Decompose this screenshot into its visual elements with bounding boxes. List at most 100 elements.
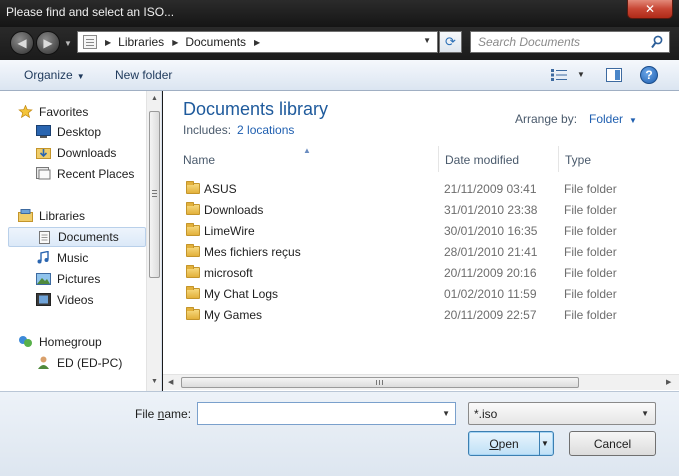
music-icon [37,251,49,264]
preview-pane-icon[interactable] [606,68,622,82]
column-name-label: Name [183,153,216,167]
file-date: 31/01/2010 23:38 [444,203,538,217]
address-history-dropdown[interactable]: ▼ [423,36,431,45]
recent-pages-dropdown[interactable]: ▼ [64,39,72,48]
chevron-down-icon: ▼ [641,409,649,418]
file-row[interactable]: microsoft 20/11/2009 20:16 File folder [183,262,663,283]
sidebar-item-music[interactable]: Music [8,248,146,268]
file-type: File folder [564,308,617,322]
forward-arrow-icon: ▶ [43,36,53,50]
file-name: My Games [204,308,263,322]
file-date: 28/01/2010 21:41 [444,245,538,259]
breadcrumb-chevron-icon[interactable]: ▶ [105,38,111,47]
search-box[interactable] [470,31,670,53]
horizontal-scrollbar[interactable]: ◀ ▶ [163,374,679,390]
back-button[interactable]: ◀ [10,31,34,55]
file-type: File folder [564,182,617,196]
sidebar-item-favorites[interactable]: Favorites [0,102,138,122]
open-button-main[interactable]: Open [469,432,540,455]
locations-link[interactable]: 2 locations [237,123,294,137]
sidebar-item-documents[interactable]: Documents [8,227,146,247]
file-type: File folder [564,224,617,238]
folder-icon [186,286,200,299]
breadcrumb-documents[interactable]: Documents [185,35,246,49]
change-view-icon[interactable] [551,69,567,81]
file-name-label-part: File [135,407,158,421]
file-row[interactable]: Downloads 31/01/2010 23:38 File folder [183,199,663,220]
file-row[interactable]: My Chat Logs 01/02/2010 11:59 File folder [183,283,663,304]
file-row[interactable]: Mes fichiers reçus 28/01/2010 21:41 File f… [183,241,663,262]
scroll-thumb[interactable] [149,111,160,278]
search-icon[interactable] [651,35,663,49]
sidebar-item-homegroup[interactable]: Homegroup [0,332,138,352]
sidebar-item-libraries[interactable]: Libraries [0,206,138,226]
sidebar-item-recent-places[interactable]: Recent Places [8,164,146,184]
scroll-thumb[interactable] [181,377,579,388]
close-button[interactable]: ✕ [627,0,673,19]
refresh-button[interactable]: ⟳ [439,31,462,53]
cancel-label: Cancel [593,436,632,451]
breadcrumb-chevron-icon[interactable]: ▶ [254,38,260,47]
breadcrumb-libraries[interactable]: Libraries [118,35,164,49]
file-name: microsoft [204,266,253,280]
chevron-down-icon[interactable]: ▼ [442,409,450,418]
new-folder-button[interactable]: New folder [115,68,172,82]
file-name: Downloads [204,203,264,217]
file-type: File folder [564,245,617,259]
column-header-date[interactable]: Date modified [439,146,559,172]
navigation-scrollbar[interactable]: ▲ ▼ [146,91,161,391]
column-type-label: Type [565,153,592,167]
downloads-label: Downloads [57,146,117,160]
breadcrumb-chevron-icon[interactable]: ▶ [172,38,178,47]
organize-label: Organize [24,68,73,82]
title-bar: Please find and select an ISO... ✕ [0,0,679,27]
scroll-right-icon[interactable]: ▶ [666,378,671,386]
sidebar-item-computer[interactable]: ED (ED-PC) [8,353,146,373]
view-options-dropdown[interactable]: ▼ [577,70,585,79]
open-button[interactable]: Open ▼ [468,431,554,456]
sidebar-item-downloads[interactable]: Downloads [8,143,146,163]
forward-button[interactable]: ▶ [36,31,60,55]
folder-icon [186,244,200,257]
videos-label: Videos [57,293,94,307]
search-input[interactable] [478,32,648,52]
grip-icon [152,190,157,197]
file-name: My Chat Logs [204,287,279,301]
chevron-down-icon: ▼ [76,72,85,81]
file-name: LimeWire [204,224,255,238]
organize-button[interactable]: Organize ▼ [24,68,85,82]
open-label-accelerator: O [489,436,499,451]
file-type-filter[interactable]: *.iso ▼ [468,402,656,425]
file-date: 21/11/2009 03:41 [444,182,537,196]
file-row[interactable]: ASUS 21/11/2009 03:41 File folder [183,178,663,199]
sidebar-item-videos[interactable]: Videos [8,290,146,310]
scroll-left-icon[interactable]: ◀ [168,378,173,386]
documents-label: Documents [58,230,119,244]
scroll-down-icon[interactable]: ▼ [151,378,158,385]
arrange-by-dropdown[interactable]: Folder ▼ [589,112,637,126]
help-icon[interactable]: ? [640,66,658,84]
grip-icon [376,380,383,385]
documents-icon [39,231,50,244]
sidebar-item-pictures[interactable]: Pictures [8,269,146,289]
sidebar-item-desktop[interactable]: Desktop [8,122,146,142]
file-type-filter-value: *.iso [474,407,498,421]
cancel-button[interactable]: Cancel [569,431,656,456]
back-arrow-icon: ◀ [17,36,27,50]
scroll-up-icon[interactable]: ▲ [151,95,158,102]
file-name-input[interactable] [201,403,431,424]
file-name: ASUS [204,182,237,196]
libraries-label: Libraries [39,209,86,223]
window-title: Please find and select an ISO... [6,5,175,19]
user-icon [38,356,49,369]
includes-label: Includes: [183,123,232,137]
open-options-dropdown[interactable]: ▼ [541,439,549,448]
file-row[interactable]: LimeWire 30/01/2010 16:35 File folder [183,220,663,241]
folder-icon [186,202,200,215]
address-bar[interactable]: ▶ Libraries ▶ Documents ▶ ▼ [77,31,438,53]
file-name-combobox[interactable]: ▼ [197,402,456,425]
file-row[interactable]: My Games 20/11/2009 22:57 File folder [183,304,663,325]
column-header-type[interactable]: Type [559,146,669,172]
dialog-footer: File name: ▼ *.iso ▼ Open ▼ Cancel [0,391,679,476]
pictures-icon [36,273,51,285]
